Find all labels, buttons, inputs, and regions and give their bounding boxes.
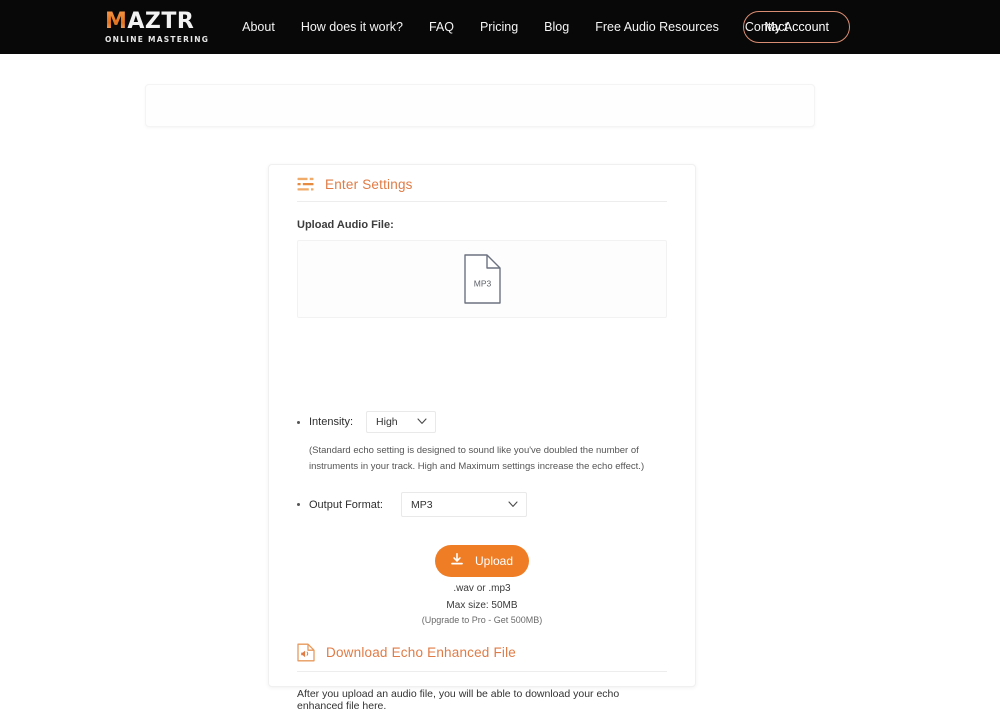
page-background: Enter Settings Upload Audio File: MP3 [0, 54, 1000, 644]
top-navigation-bar: MAZTR ONLINE MASTERING About How does it… [0, 0, 1000, 54]
download-section-title: Download Echo Enhanced File [326, 645, 516, 660]
audio-file-icon [297, 643, 315, 662]
logo-wordmark: MAZTR [105, 11, 209, 33]
download-section-description: After you upload an audio file, you will… [297, 688, 667, 712]
output-format-selected-value: MP3 [411, 499, 433, 511]
max-size-note: Max size: 50MB [446, 600, 517, 611]
upload-action-area: Upload .wav or .mp3 Max size: 50MB (Upgr… [297, 545, 667, 625]
intensity-help-text: (Standard echo setting is designed to so… [309, 443, 664, 474]
nav-link-blog[interactable]: Blog [531, 14, 582, 40]
nav-link-about[interactable]: About [229, 14, 288, 40]
intensity-selected-value: High [376, 416, 398, 428]
primary-nav-links: About How does it work? FAQ Pricing Blog… [229, 14, 801, 40]
background-card-partial [145, 84, 815, 127]
nav-link-faq[interactable]: FAQ [416, 14, 467, 40]
accepted-formats-note: .wav or .mp3 [453, 583, 510, 594]
download-section-header: Download Echo Enhanced File [297, 643, 667, 672]
upload-button[interactable]: Upload [435, 545, 529, 577]
enter-settings-header: Enter Settings [297, 165, 667, 202]
nav-link-pricing[interactable]: Pricing [467, 14, 531, 40]
site-logo[interactable]: MAZTR ONLINE MASTERING [105, 11, 209, 44]
logo-letter-m: M [105, 9, 127, 34]
upload-icon [451, 553, 463, 569]
logo-tagline: ONLINE MASTERING [105, 36, 209, 44]
mp3-file-icon: MP3 [464, 254, 501, 304]
sliders-icon [297, 177, 314, 192]
upload-audio-file-label: Upload Audio File: [297, 219, 667, 231]
my-account-button[interactable]: My Account [743, 11, 850, 43]
logo-letters-rest: AZTR [127, 9, 194, 34]
chevron-down-icon [403, 416, 427, 428]
upload-button-label: Upload [475, 554, 513, 568]
enter-settings-title: Enter Settings [325, 177, 413, 192]
options-group: Intensity: High (Standard echo setting i… [297, 411, 667, 517]
intensity-select[interactable]: High [366, 411, 436, 433]
card-content: Enter Settings Upload Audio File: MP3 [269, 165, 695, 712]
nav-link-how-does-it-work[interactable]: How does it work? [288, 14, 416, 40]
chevron-down-icon [494, 499, 518, 511]
nav-link-free-audio-resources[interactable]: Free Audio Resources [582, 14, 732, 40]
output-format-select[interactable]: MP3 [401, 492, 527, 517]
intensity-row: Intensity: High [297, 411, 667, 433]
bullet-icon [297, 421, 300, 424]
output-format-row: Output Format: MP3 [297, 492, 667, 517]
enter-settings-card: Enter Settings Upload Audio File: MP3 [268, 164, 696, 687]
bullet-icon [297, 503, 300, 506]
file-dropzone[interactable]: MP3 [297, 240, 667, 318]
svg-text:MP3: MP3 [473, 279, 491, 289]
output-format-label: Output Format: [309, 499, 383, 511]
upgrade-pro-note[interactable]: (Upgrade to Pro - Get 500MB) [422, 615, 543, 625]
intensity-label: Intensity: [309, 416, 353, 428]
